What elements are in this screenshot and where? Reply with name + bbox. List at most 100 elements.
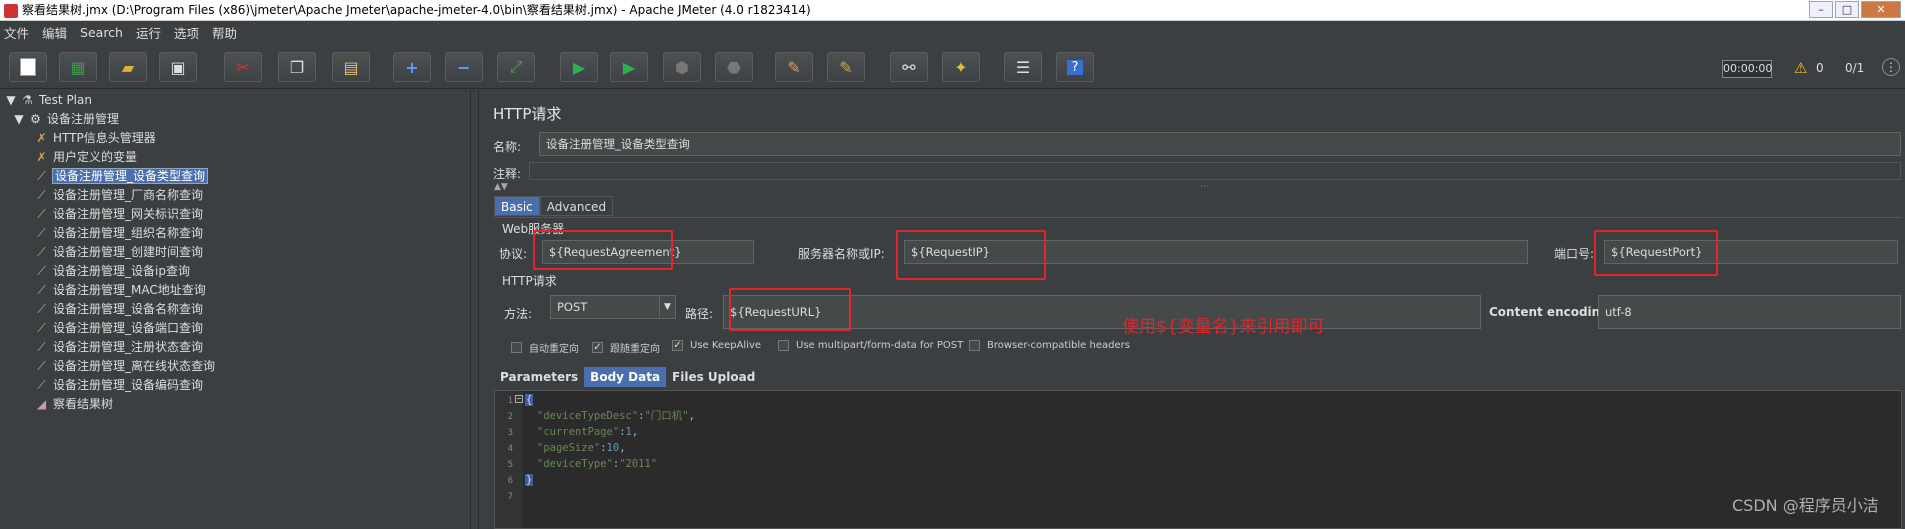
tree-node-sampler[interactable]: ⟋ 设备注册管理_MAC地址查询 [34, 281, 205, 299]
csdn-watermark: CSDN @程序员小洁 [1732, 496, 1879, 515]
tree-node-sampler[interactable]: ⟋ 设备注册管理_设备编码查询 [34, 376, 203, 394]
tab-parameters[interactable]: Parameters [494, 367, 584, 387]
close-button[interactable]: ✕ [1861, 1, 1901, 18]
splitter-grip-icon[interactable]: ⋯ [1200, 182, 1209, 192]
open-icon[interactable]: ▰ [109, 52, 147, 82]
code-line: 5 "deviceType":"2011" [507, 458, 658, 470]
tree-node-sampler[interactable]: ⟋ 设备注册管理_创建时间查询 [34, 243, 203, 261]
menu-help[interactable]: 帮助 [212, 23, 237, 42]
code-brace: { [525, 394, 534, 406]
tree-node-test-plan[interactable]: ▼ ⚗ Test Plan [6, 91, 92, 109]
multipart-checkbox[interactable]: Use multipart/form-data for POST [778, 340, 963, 351]
start-no-pause-icon[interactable]: ▶ [610, 52, 648, 82]
tree-node-thread-group[interactable]: ▼ ⚙ 设备注册管理 [14, 110, 119, 128]
config-tabs: Basic Advanced [494, 196, 614, 216]
tree-node-sampler[interactable]: ⟋ 设备注册管理_注册状态查询 [34, 338, 203, 356]
stop-icon[interactable]: ⬢ [663, 52, 701, 82]
tab-body-data[interactable]: Body Data [584, 367, 667, 387]
tab-separator [494, 217, 1902, 218]
copy-icon[interactable]: ❐ [278, 52, 316, 82]
reset-search-icon[interactable]: ✦ [942, 52, 980, 82]
expand-icon[interactable]: + [393, 52, 431, 82]
tab-basic[interactable]: Basic [494, 196, 540, 216]
help-icon[interactable]: ? [1056, 52, 1094, 82]
expand-arrow-icon[interactable]: ▼ [14, 110, 24, 128]
tree-node-user-variables[interactable]: ✗ 用户定义的变量 [34, 148, 137, 166]
tree-node-sampler[interactable]: ⟋ 设备注册管理_组织名称查询 [34, 224, 203, 242]
checkbox-box[interactable] [778, 340, 789, 351]
shutdown-icon[interactable]: ⬣ [715, 52, 753, 82]
menu-options[interactable]: 选项 [174, 23, 199, 42]
tab-advanced[interactable]: Advanced [539, 196, 614, 216]
encoding-label: Content encoding: [1489, 305, 1614, 319]
pipette-icon: ⟋ [37, 188, 46, 202]
page-title: HTTP请求 [493, 105, 562, 123]
highlight-port [1594, 230, 1718, 276]
tree-node-sampler-selected[interactable]: ⟋ 设备注册管理_设备类型查询 [34, 167, 209, 185]
menu-run[interactable]: 运行 [136, 23, 161, 42]
window-title: 察看结果树.jmx (D:\Program Files (x86)\jmeter… [22, 3, 811, 17]
comment-field[interactable] [529, 162, 1901, 180]
minimize-button[interactable]: – [1809, 1, 1833, 18]
menu-edit[interactable]: 编辑 [42, 23, 67, 42]
code-value: 1 [625, 426, 632, 438]
menu-file[interactable]: 文件 [4, 23, 29, 42]
toggle-icon[interactable]: ⤢ [497, 52, 535, 82]
chevron-down-icon[interactable]: ▼ [659, 296, 675, 318]
tree-node-header-manager[interactable]: ✗ HTTP信息头管理器 [34, 129, 155, 147]
code-line: 7 [507, 492, 513, 502]
method-label: 方法: [504, 307, 533, 321]
tree-node-sampler[interactable]: ⟋ 设备注册管理_厂商名称查询 [34, 186, 203, 204]
collapse-icon[interactable]: − [445, 52, 483, 82]
templates-icon[interactable]: ▦ [59, 52, 97, 82]
log-viewer-icon[interactable]: ⋮ [1882, 58, 1900, 76]
menu-search[interactable]: Search [80, 25, 123, 40]
browser-headers-checkbox[interactable]: Browser-compatible headers [969, 340, 1130, 351]
start-icon[interactable]: ▶ [560, 52, 598, 82]
checkbox-box[interactable] [969, 340, 980, 351]
follow-redirect-checkbox[interactable]: ✓ 跟随重定向 [592, 340, 660, 355]
save-icon[interactable]: ▣ [159, 52, 197, 82]
code-value: "2011" [619, 458, 658, 470]
function-helper-icon[interactable]: ☰ [1004, 52, 1042, 82]
code-key: "deviceTypeDesc" [537, 410, 639, 422]
tree-node-sampler[interactable]: ⟋ 设备注册管理_设备名称查询 [34, 300, 203, 318]
tree-node-sampler[interactable]: ⟋ 设备注册管理_网关标识查询 [34, 205, 203, 223]
clear-icon[interactable]: ✎ [775, 52, 813, 82]
wrench-icon: ✗ [36, 150, 47, 164]
checkmark-icon[interactable]: ✓ [672, 340, 683, 351]
keepalive-checkbox[interactable]: ✓ Use KeepAlive [672, 340, 761, 351]
body-tabs: Parameters Body Data Files Upload [494, 367, 761, 387]
clear-all-icon[interactable]: ✎ [827, 52, 865, 82]
expand-arrow-icon[interactable]: ▼ [6, 91, 16, 109]
code-line: 3 "currentPage":1, [507, 426, 639, 438]
tree-node-sampler[interactable]: ⟋ 设备注册管理_离在线状态查询 [34, 357, 215, 375]
highlight-path [729, 288, 851, 331]
maximize-button[interactable]: □ [1835, 1, 1859, 18]
annotation-text: 使用${变量名}来引用即可 [1122, 317, 1325, 337]
split-pane-divider[interactable] [470, 90, 479, 529]
encoding-field[interactable]: utf-8 [1598, 295, 1901, 329]
auto-redirect-checkbox[interactable]: 自动重定向 [511, 340, 579, 355]
paste-icon[interactable]: ▤ [332, 52, 370, 82]
toolbar: ▦ ▰ ▣ ✂ ❐ ▤ + − ⤢ ▶ ▶ ⬢ ⬣ ✎ ✎ ⚯ ✦ ☰ ? 00… [0, 45, 1905, 89]
code-line: 2 "deviceTypeDesc":"门口机", [507, 410, 695, 422]
tree-node-sampler[interactable]: ⟋ 设备注册管理_设备ip查询 [34, 262, 190, 280]
checkbox-box[interactable] [511, 342, 522, 353]
method-select[interactable]: POST ▼ [550, 295, 676, 319]
search-icon[interactable]: ⚯ [890, 52, 928, 82]
collapse-arrows-icon[interactable]: ▲▼ [494, 182, 508, 192]
tab-files-upload[interactable]: Files Upload [666, 367, 761, 387]
fold-icon[interactable]: − [515, 395, 523, 403]
path-label: 路径: [685, 307, 714, 321]
wrench-icon: ✗ [36, 131, 47, 145]
window-title-bar: 察看结果树.jmx (D:\Program Files (x86)\jmeter… [0, 0, 1905, 21]
new-icon[interactable] [9, 52, 47, 82]
warning-icon[interactable]: ⚠ [1794, 59, 1807, 77]
body-data-editor[interactable]: 1 −{ 2 "deviceTypeDesc":"门口机", 3 "currentPa… [494, 390, 1902, 529]
tree-node-listener[interactable]: ◢ 察看结果树 [34, 395, 113, 413]
tree-node-sampler[interactable]: ⟋ 设备注册管理_设备端口查询 [34, 319, 203, 337]
cut-icon[interactable]: ✂ [224, 52, 262, 82]
name-field[interactable]: 设备注册管理_设备类型查询 [539, 132, 1901, 156]
checkmark-icon[interactable]: ✓ [592, 342, 603, 353]
